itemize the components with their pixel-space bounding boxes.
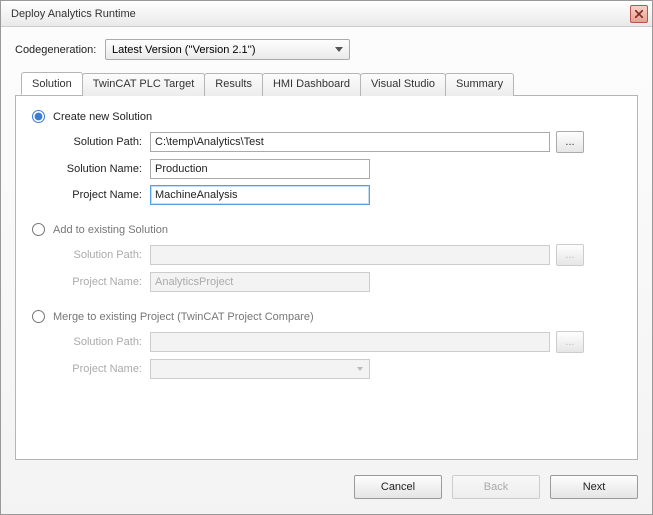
create-solution-path-row: Solution Path: ...: [58, 131, 621, 153]
tab-summary[interactable]: Summary: [445, 73, 514, 96]
merge-project-name-label: Project Name:: [58, 363, 150, 375]
tab-plc-target[interactable]: TwinCAT PLC Target: [82, 73, 206, 96]
tab-visual-studio[interactable]: Visual Studio: [360, 73, 446, 96]
tab-results[interactable]: Results: [204, 73, 263, 96]
dialog-body: Codegeneration: Latest Version (''Versio…: [1, 27, 652, 470]
create-solution-path-input[interactable]: [150, 132, 550, 152]
create-solution-name-row: Solution Name:: [58, 159, 621, 179]
codegen-select[interactable]: Latest Version (''Version 2.1''): [105, 39, 350, 60]
codegen-label: Codegeneration:: [15, 44, 105, 56]
add-solution-path-row: Solution Path: ...: [58, 244, 621, 266]
add-project-name-input: [150, 272, 370, 292]
tab-solution[interactable]: Solution: [21, 72, 83, 95]
add-project-name-label: Project Name:: [58, 276, 150, 288]
window-frame: Deploy Analytics Runtime Codegeneration:…: [0, 0, 653, 515]
tab-hmi-dashboard[interactable]: HMI Dashboard: [262, 73, 361, 96]
browse-button-add: ...: [556, 244, 584, 266]
close-button[interactable]: [630, 5, 648, 23]
option-merge-label: Merge to existing Project (TwinCAT Proje…: [53, 311, 314, 323]
chevron-down-icon: [357, 367, 363, 371]
add-solution-path-input: [150, 245, 550, 265]
add-solution-path-label: Solution Path:: [58, 249, 150, 261]
option-create-label: Create new Solution: [53, 111, 152, 123]
next-button[interactable]: Next: [550, 475, 638, 499]
merge-project-name-select: [150, 359, 370, 379]
tab-panel-solution: Create new Solution Solution Path: ... S…: [15, 96, 638, 460]
create-solution-name-label: Solution Name:: [58, 163, 150, 175]
close-icon: [635, 10, 643, 18]
titlebar: Deploy Analytics Runtime: [1, 1, 652, 27]
option-merge-head[interactable]: Merge to existing Project (TwinCAT Proje…: [32, 310, 621, 323]
merge-solution-path-input: [150, 332, 550, 352]
add-project-name-row: Project Name:: [58, 272, 621, 292]
option-add-head[interactable]: Add to existing Solution: [32, 223, 621, 236]
radio-merge[interactable]: [32, 310, 45, 323]
create-project-name-input[interactable]: [150, 185, 370, 205]
option-add-group: Add to existing Solution Solution Path: …: [32, 223, 621, 292]
tabstrip: Solution TwinCAT PLC Target Results HMI …: [15, 72, 638, 96]
codegen-row: Codegeneration: Latest Version (''Versio…: [15, 39, 638, 60]
create-solution-path-label: Solution Path:: [58, 136, 150, 148]
create-project-name-row: Project Name:: [58, 185, 621, 205]
browse-button-create[interactable]: ...: [556, 131, 584, 153]
chevron-down-icon: [335, 47, 343, 52]
option-create-head[interactable]: Create new Solution: [32, 110, 621, 123]
create-project-name-label: Project Name:: [58, 189, 150, 201]
merge-solution-path-row: Solution Path: ...: [58, 331, 621, 353]
merge-solution-path-label: Solution Path:: [58, 336, 150, 348]
option-create-group: Create new Solution Solution Path: ... S…: [32, 110, 621, 205]
back-button: Back: [452, 475, 540, 499]
option-merge-group: Merge to existing Project (TwinCAT Proje…: [32, 310, 621, 379]
radio-add[interactable]: [32, 223, 45, 236]
codegen-selected-text: Latest Version (''Version 2.1''): [112, 44, 256, 56]
merge-project-name-row: Project Name:: [58, 359, 621, 379]
cancel-button[interactable]: Cancel: [354, 475, 442, 499]
browse-button-merge: ...: [556, 331, 584, 353]
option-add-label: Add to existing Solution: [53, 224, 168, 236]
window-title: Deploy Analytics Runtime: [11, 8, 630, 20]
footer: Cancel Back Next: [1, 470, 652, 514]
radio-create[interactable]: [32, 110, 45, 123]
create-solution-name-input[interactable]: [150, 159, 370, 179]
